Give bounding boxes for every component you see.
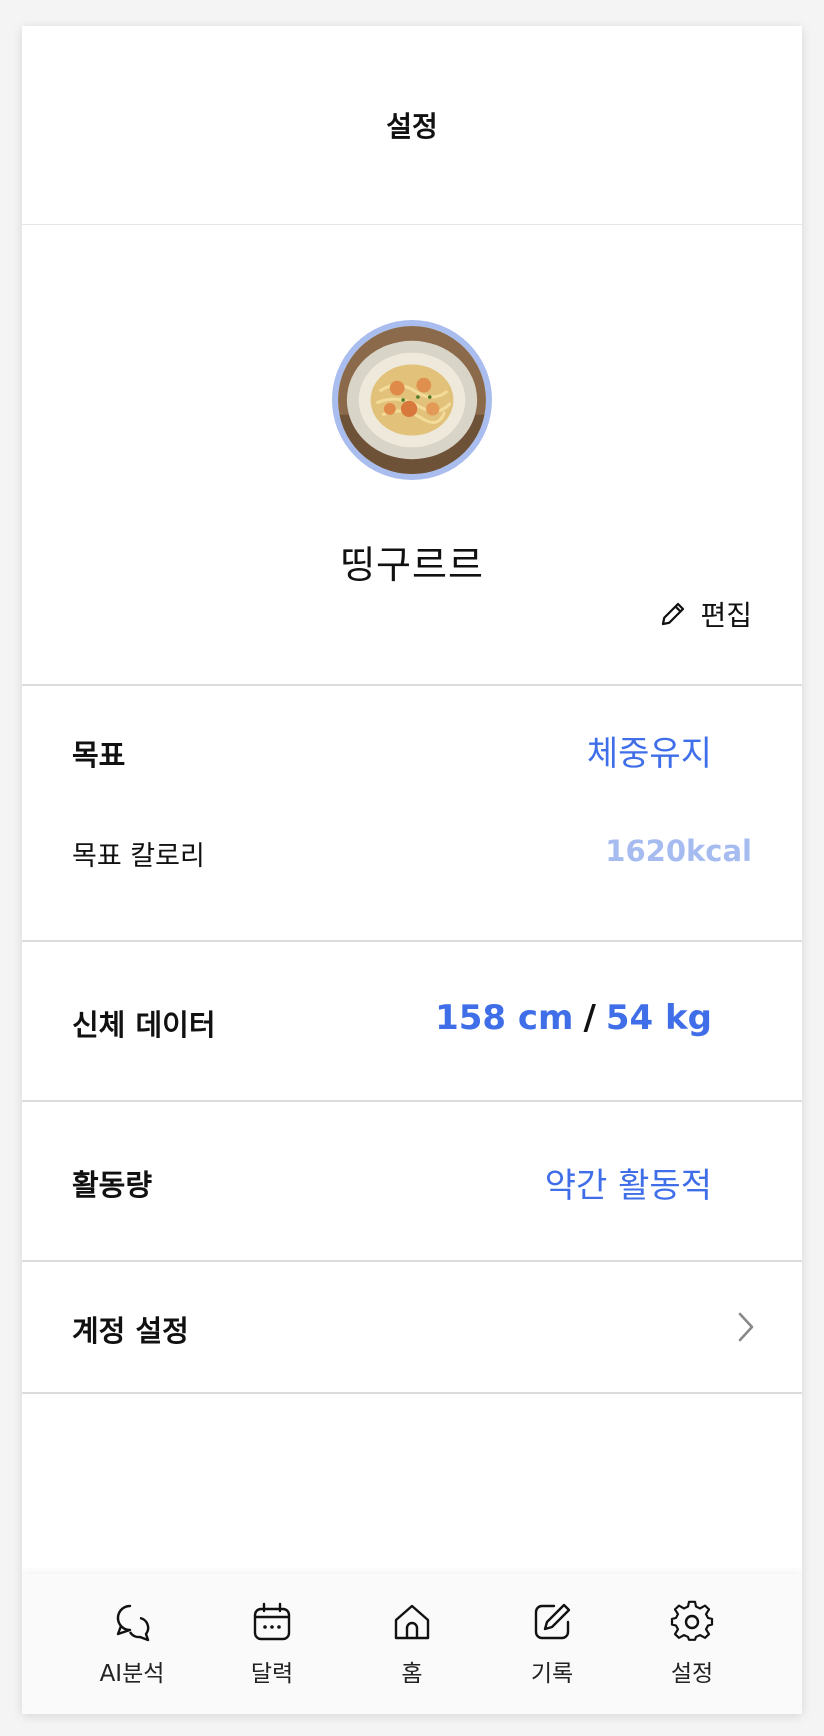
activity-section[interactable]: 활동량 약간 활동적: [22, 1102, 802, 1262]
account-settings-label: 계정 설정: [72, 1314, 189, 1348]
food-photo-avatar: [338, 326, 486, 474]
activity-value[interactable]: 약간 활동적: [545, 1158, 712, 1207]
chat-bubbles-icon: [116, 1604, 150, 1642]
edit-profile-button[interactable]: 편집: [658, 594, 752, 634]
header: 설정: [22, 26, 802, 225]
height-value: 158 cm: [435, 998, 574, 1038]
activity-label: 활동량: [72, 1168, 153, 1202]
nav-item-home[interactable]: 홈: [352, 1600, 472, 1688]
body-data-values[interactable]: 158 cm/54 kg: [435, 998, 712, 1038]
calendar-icon: [253, 1602, 291, 1641]
nav-label: AI분석: [99, 1661, 165, 1687]
goal-value[interactable]: 체중유지: [587, 726, 712, 775]
edit-note-icon: [534, 1603, 571, 1640]
body-data-label: 신체 데이터: [72, 1008, 216, 1042]
chevron-right-icon: [738, 1312, 754, 1342]
body-data-separator: /: [583, 998, 596, 1038]
nav-label: 기록: [530, 1661, 574, 1687]
nav-item-record[interactable]: 기록: [492, 1600, 612, 1688]
nav-item-settings[interactable]: 설정: [632, 1600, 752, 1688]
nav-label: 홈: [401, 1661, 423, 1687]
home-icon: [394, 1604, 430, 1640]
gear-icon: [670, 1600, 714, 1641]
nav-label: 달력: [250, 1661, 294, 1687]
nav-item-calendar[interactable]: 달력: [212, 1600, 332, 1688]
target-calorie-value: 1620kcal: [605, 834, 752, 868]
body-data-section[interactable]: 신체 데이터 158 cm/54 kg: [22, 942, 802, 1102]
page-title: 설정: [386, 110, 438, 143]
goal-label: 목표: [72, 738, 126, 772]
nav-label: 설정: [670, 1661, 714, 1687]
avatar[interactable]: [332, 320, 492, 480]
profile-section: 띵구르르 편집: [22, 224, 802, 686]
goal-section[interactable]: 목표 체중유지 목표 칼로리 1620kcal: [22, 684, 802, 942]
nickname: 띵구르르: [340, 543, 484, 587]
account-settings-row[interactable]: 계정 설정: [22, 1262, 802, 1394]
target-calorie-label: 목표 칼로리: [72, 841, 205, 872]
nav-item-ai-analysis[interactable]: AI분석: [72, 1600, 192, 1688]
bottom-nav: AI분석 달력 홈 기록 설정: [22, 1574, 802, 1714]
pencil-icon: [662, 602, 685, 626]
edit-label: 편집: [700, 599, 752, 632]
weight-value: 54 kg: [605, 998, 712, 1038]
app-screen: 설정 띵구르르 편집 목표 체중유지 목표 칼로리 1620kcal 신체 데이…: [22, 26, 802, 1714]
